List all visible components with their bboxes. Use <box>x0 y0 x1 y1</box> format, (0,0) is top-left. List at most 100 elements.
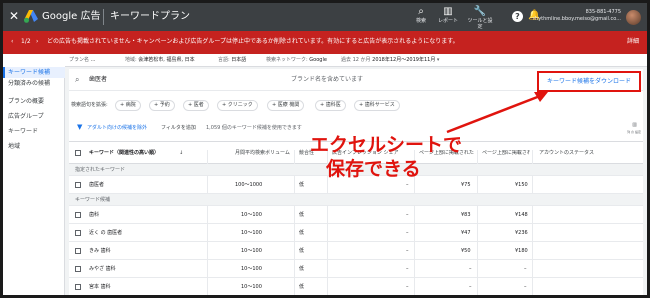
cell-bid-high: ¥236 <box>515 230 528 236</box>
table-row[interactable]: きみ 歯科 10～100 低 – ¥50 ¥180 <box>69 242 643 260</box>
cell-bid-low: ¥83 <box>461 212 471 218</box>
search-icon: ⌕ <box>75 75 80 84</box>
sidebar-item-grouped-ideas[interactable]: 分類済みの候補 <box>3 78 65 89</box>
select-all-checkbox[interactable] <box>75 150 81 156</box>
col-keyword[interactable]: キーワード（関連性の高い順） <box>89 150 159 157</box>
col-divider <box>414 206 415 224</box>
search-icon: ⌕ <box>418 6 424 17</box>
region-setting[interactable]: 地域: 会津若松市, 福島県, 日本 <box>125 57 195 64</box>
language-setting[interactable]: 言語: 日本語 <box>218 57 246 64</box>
plan-context-bar: プラン名 ... 地域: 会津若松市, 福島県, 日本 言語: 日本語 検索ネッ… <box>3 54 647 67</box>
col-divider <box>294 176 295 194</box>
help-icon[interactable]: ? <box>512 11 523 22</box>
plan-name-value: ... <box>90 57 96 63</box>
sidebar-item-locations[interactable]: 地域 <box>3 141 65 152</box>
cell-keyword: 歯科 <box>89 212 100 218</box>
table-row[interactable]: 歯科 10～100 低 – ¥83 ¥148 <box>69 206 643 224</box>
tools-settings-label: ツールと設定 <box>467 18 493 30</box>
col-divider <box>327 224 328 242</box>
wrench-icon: 🔧 <box>473 6 487 17</box>
account-id: 835-881-4775 <box>585 9 621 15</box>
table-row[interactable]: みやざ 歯科 10～100 低 – – – <box>69 260 643 278</box>
cell-volume: 10～100 <box>241 284 262 290</box>
avatar[interactable] <box>626 10 641 25</box>
col-divider <box>414 278 415 295</box>
reports-icon: ▥ <box>443 6 453 17</box>
sidebar-item-plan-overview[interactable]: プランの概要 <box>3 96 65 107</box>
plan-name[interactable]: プラン名 ... <box>69 57 95 64</box>
search-input[interactable]: 歯医者 <box>89 76 107 84</box>
cell-keyword: きみ 歯科 <box>89 248 111 254</box>
sidebar-item-ad-groups[interactable]: 広告グループ <box>3 111 65 122</box>
chip-clinic[interactable]: + クリニック <box>217 100 258 111</box>
col-bid-high[interactable]: ページ上部に掲載された入札単価（高額帯） <box>482 150 530 157</box>
col-divider <box>294 260 295 278</box>
chip-dentist[interactable]: + 歯科医 <box>315 100 346 111</box>
page-title: キーワードプラン <box>110 11 190 22</box>
chip-reservation[interactable]: + 予約 <box>149 100 175 111</box>
cell-bid-high: – <box>524 266 527 272</box>
exclude-adult-filter[interactable]: アダルト向けの候補を除外 <box>87 125 147 132</box>
row-checkbox[interactable] <box>75 266 81 272</box>
group-label: 指定されたキーワード <box>75 167 126 173</box>
sidebar-item-keyword-ideas[interactable]: キーワード候補 <box>3 67 65 78</box>
cell-impression: – <box>406 284 409 290</box>
download-keyword-ideas-button[interactable]: キーワード候補をダウンロード <box>537 71 641 92</box>
chip-dental-service[interactable]: + 歯科サービス <box>354 100 400 111</box>
cell-volume: 10～100 <box>241 248 262 254</box>
plan-name-label: プラン名 <box>69 57 90 63</box>
row-checkbox[interactable] <box>75 248 81 254</box>
tools-settings-button[interactable]: 🔧 ツールと設定 <box>467 6 493 30</box>
cell-impression: – <box>406 212 409 218</box>
alert-next-icon[interactable]: › <box>36 38 38 46</box>
alert-detail-link[interactable]: 詳細 <box>627 38 639 46</box>
network-setting[interactable]: 検索ネットワーク: Google <box>266 57 327 64</box>
header-divider <box>103 9 104 25</box>
broaden-search-label: 検索語句を拡張: <box>71 102 108 108</box>
col-divider <box>532 176 533 194</box>
close-icon[interactable]: ✕ <box>9 10 19 22</box>
col-account-status[interactable]: アカウントのステータス <box>539 150 594 157</box>
chip-hospital[interactable]: + 病院 <box>115 100 141 111</box>
col-divider <box>327 278 328 295</box>
annotation-line-2: 保存できる <box>326 158 421 180</box>
row-checkbox[interactable] <box>75 182 81 188</box>
region-value: 会津若松市, 福島県, 日本 <box>138 57 195 63</box>
row-checkbox[interactable] <box>75 230 81 236</box>
col-search-volume[interactable]: 月間平均検索ボリューム <box>235 150 290 157</box>
col-divider <box>414 260 415 278</box>
add-filter-button[interactable]: フィルタを追加 <box>161 125 196 132</box>
row-checkbox[interactable] <box>75 212 81 218</box>
row-checkbox[interactable] <box>75 284 81 290</box>
annotation-line-1: エクセルシートで <box>310 134 463 156</box>
table-row[interactable]: 近く の 歯医者 10～100 低 – ¥47 ¥236 <box>69 224 643 242</box>
search-label: 検索 <box>415 18 426 24</box>
network-label: 検索ネットワーク: <box>266 57 308 63</box>
alert-message: どの広告も掲載されていません・キャンペーンおよび広告グループは停止中であるか削除… <box>47 38 459 45</box>
sidebar-item-keywords[interactable]: キーワード <box>3 126 65 137</box>
alert-prev-icon[interactable]: ‹ <box>11 38 13 46</box>
filter-bar: ▼ アダルト向けの候補を除外 フィルタを追加 1,059 個のキーワード候補を使… <box>69 122 643 135</box>
chip-medical-institution[interactable]: + 医療 機関 <box>267 100 305 111</box>
sort-arrow-icon: ↓ <box>179 150 184 156</box>
col-divider <box>532 206 533 224</box>
keyword-search-bar[interactable]: ⌕ 歯医者 ブランド名を含めています キーワード候補をダウンロード <box>69 69 643 92</box>
search-button[interactable]: ⌕ 検索 <box>408 6 434 24</box>
reports-button[interactable]: ▥ レポート <box>435 6 461 24</box>
chip-doctor[interactable]: + 医者 <box>183 100 209 111</box>
columns-icon[interactable]: ▥ <box>632 123 637 128</box>
cell-bid-high: ¥148 <box>515 212 528 218</box>
columns-label: 列 の 設定 <box>627 130 641 134</box>
period-value: 2018年12月～2019年11月 <box>372 57 436 63</box>
network-value: Google <box>309 57 327 63</box>
table-row[interactable]: 宮本 歯科 10～100 低 – – – <box>69 278 643 295</box>
filter-icon[interactable]: ▼ <box>77 124 82 131</box>
cell-volume: 10～100 <box>241 212 262 218</box>
cell-competition: 低 <box>299 248 305 254</box>
account-info[interactable]: 835-881-4775 rhythmline.bboy.meiso@gmail… <box>533 9 621 23</box>
period-setting[interactable]: 過去 12 か月 2018年12月～2019年11月 ▾ <box>341 57 439 64</box>
brand-name: Google 広告 <box>42 11 101 22</box>
alert-pagination: 1/2 <box>21 38 31 45</box>
language-value: 日本語 <box>231 57 247 63</box>
main-panel: ⌕ 歯医者 ブランド名を含めています キーワード候補をダウンロード 検索語句を拡… <box>69 69 643 295</box>
